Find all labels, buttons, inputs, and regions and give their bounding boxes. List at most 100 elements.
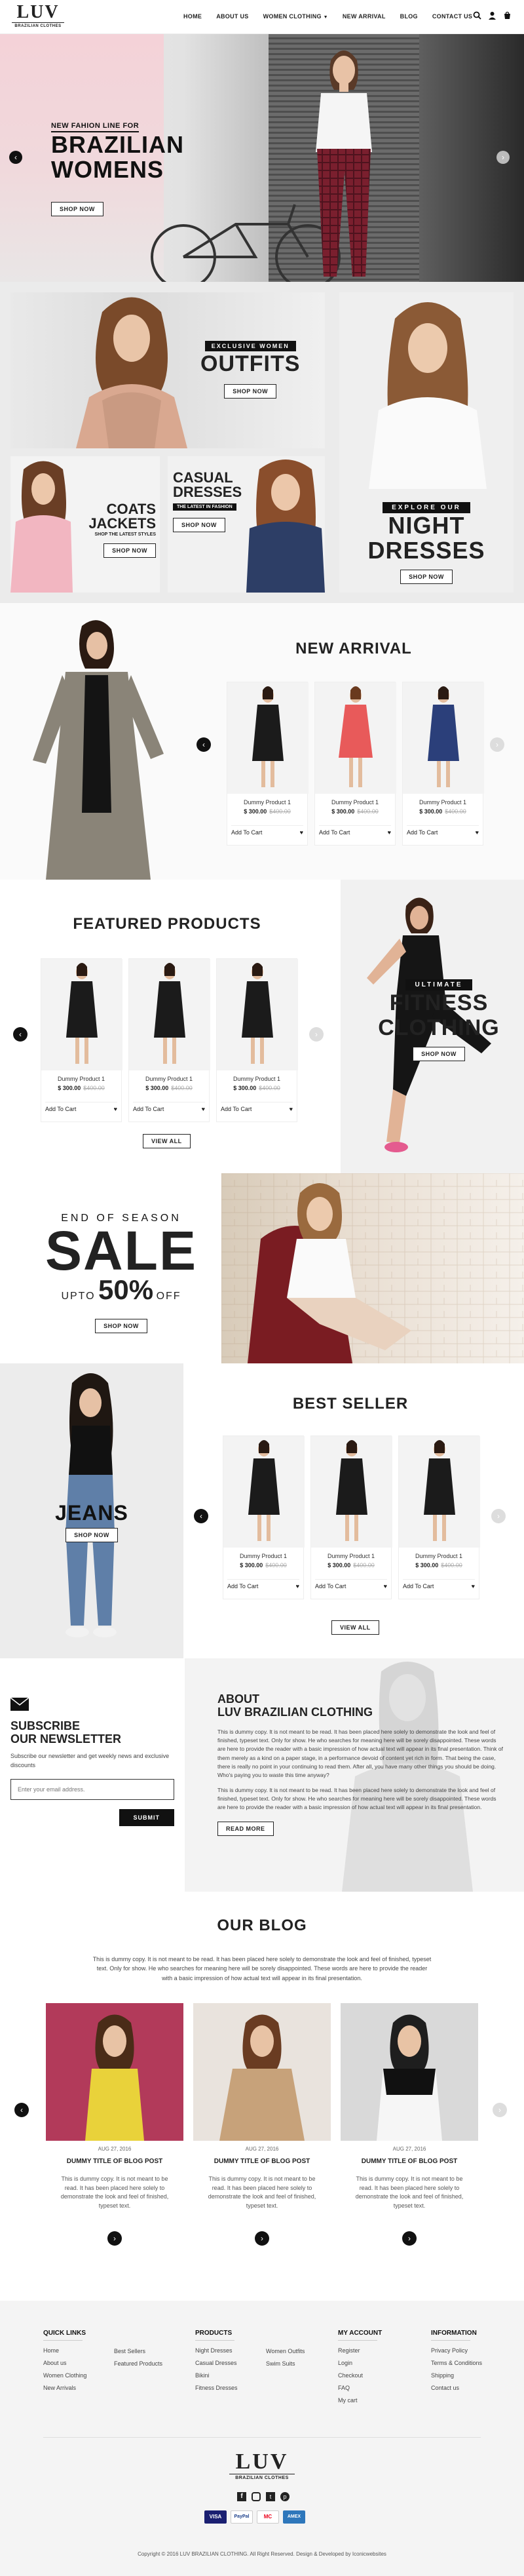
footer-link[interactable]: My cart — [338, 2397, 403, 2404]
promo-outfits-shop-button[interactable]: SHOP NOW — [224, 384, 277, 399]
product-name[interactable]: Dummy Product 1 — [403, 799, 483, 806]
heart-icon[interactable]: ♥ — [202, 1103, 205, 1116]
footer-link[interactable]: Night Dresses — [195, 2347, 261, 2354]
featured-card-1[interactable]: Dummy Product 1 $ 300.00 $400.00 Add To C… — [41, 958, 122, 1122]
pinterest-icon[interactable]: p — [280, 2492, 290, 2501]
product-image[interactable] — [399, 1436, 480, 1548]
blog-image[interactable] — [193, 2003, 331, 2141]
newsletter-submit-button[interactable]: SUBMIT — [119, 1809, 174, 1826]
product-name[interactable]: Dummy Product 1 — [217, 1076, 297, 1082]
sale-shop-button[interactable]: SHOP NOW — [95, 1319, 147, 1333]
footer-link[interactable]: Fitness Dresses — [195, 2385, 261, 2391]
product-name[interactable]: Dummy Product 1 — [227, 799, 307, 806]
product-image[interactable] — [41, 959, 122, 1070]
new-arrival-prev-arrow[interactable]: ‹ — [196, 737, 211, 752]
product-image[interactable] — [223, 1436, 305, 1548]
product-image[interactable] — [129, 959, 210, 1070]
heart-icon[interactable]: ♥ — [388, 826, 391, 839]
hero-shop-now-button[interactable]: SHOP NOW — [51, 202, 103, 216]
blog-image[interactable] — [46, 2003, 183, 2141]
heart-icon[interactable]: ♥ — [296, 1580, 299, 1593]
new-arrival-next-arrow[interactable]: › — [490, 737, 504, 752]
footer-link[interactable]: Women Outfits — [266, 2348, 331, 2354]
facebook-icon[interactable]: f — [237, 2492, 246, 2501]
promo-casual-shop-button[interactable]: SHOP NOW — [173, 518, 225, 532]
promo-fitness[interactable]: ULTIMATE FITNESS CLOTHING SHOP NOW — [341, 880, 524, 1173]
footer-link[interactable]: Shipping — [431, 2372, 510, 2379]
promo-casual[interactable]: CASUAL DRESSES THE LATEST IN FASHION SHO… — [168, 456, 325, 593]
promo-jeans[interactable]: JEANS SHOP NOW — [0, 1363, 183, 1658]
twitter-icon[interactable]: t — [266, 2492, 275, 2501]
footer-link[interactable]: Featured Products — [114, 2360, 179, 2367]
footer-link[interactable]: Terms & Conditions — [431, 2360, 510, 2366]
product-name[interactable]: Dummy Product 1 — [311, 1553, 391, 1559]
cart-icon[interactable] — [503, 11, 512, 20]
heart-icon[interactable]: ♥ — [114, 1103, 117, 1116]
hero-next-arrow[interactable]: › — [496, 151, 510, 164]
best-seller-next-arrow[interactable]: › — [491, 1509, 506, 1523]
nav-women-clothing[interactable]: WOMEN CLOTHING ▼ — [263, 13, 328, 20]
add-to-cart-link[interactable]: Add To Cart — [407, 829, 438, 836]
blog-title[interactable]: DUMMY TITLE OF BLOG POST — [46, 2158, 183, 2165]
footer-link[interactable]: New Arrivals — [43, 2385, 109, 2391]
product-image[interactable] — [311, 1436, 392, 1548]
footer-link[interactable]: Best Sellers — [114, 2348, 179, 2354]
product-image[interactable] — [227, 682, 309, 794]
blog-card-1[interactable]: AUG 27, 2016 DUMMY TITLE OF BLOG POST Th… — [46, 2003, 183, 2278]
footer-logo[interactable]: LUV BRAZILIAN CLOTHES — [229, 2450, 295, 2480]
promo-jeans-shop-button[interactable]: SHOP NOW — [66, 1528, 118, 1542]
nav-about-us[interactable]: ABOUT US — [216, 13, 248, 20]
nav-contact-us[interactable]: CONTACT US — [432, 13, 472, 20]
hero-prev-arrow[interactable]: ‹ — [9, 151, 22, 164]
instagram-icon[interactable] — [252, 2492, 261, 2501]
footer-link[interactable]: Home — [43, 2347, 109, 2354]
newsletter-email-input[interactable] — [10, 1779, 174, 1800]
product-name[interactable]: Dummy Product 1 — [399, 1553, 479, 1559]
promo-outfits[interactable]: EXCLUSIVE WOMEN OUTFITS SHOP NOW — [10, 292, 325, 448]
footer-link[interactable]: Casual Dresses — [195, 2360, 261, 2366]
promo-night-dresses[interactable]: EXPLORE OUR NIGHT DRESSES SHOP NOW — [339, 292, 514, 593]
add-to-cart-link[interactable]: Add To Cart — [133, 1106, 164, 1112]
best-seller-view-all-button[interactable]: VIEW ALL — [331, 1620, 379, 1635]
best-seller-card-3[interactable]: Dummy Product 1 $ 300.00 $400.00 Add To C… — [398, 1435, 480, 1599]
new-arrival-card-3[interactable]: Dummy Product 1 $ 300.00 $400.00 Add To C… — [402, 682, 484, 846]
heart-icon[interactable]: ♥ — [476, 826, 479, 839]
search-icon[interactable] — [473, 11, 481, 20]
footer-link[interactable]: Swim Suits — [266, 2360, 331, 2367]
footer-link[interactable]: Checkout — [338, 2372, 403, 2379]
heart-icon[interactable]: ♥ — [290, 1103, 293, 1116]
promo-coats-shop-button[interactable]: SHOP NOW — [103, 543, 156, 558]
best-seller-prev-arrow[interactable]: ‹ — [194, 1509, 208, 1523]
featured-prev-arrow[interactable]: ‹ — [13, 1027, 28, 1042]
promo-fitness-shop-button[interactable]: SHOP NOW — [413, 1047, 465, 1061]
product-image[interactable] — [217, 959, 298, 1070]
promo-night-shop-button[interactable]: SHOP NOW — [400, 570, 453, 584]
footer-link[interactable]: Privacy Policy — [431, 2347, 510, 2354]
add-to-cart-link[interactable]: Add To Cart — [319, 829, 350, 836]
footer-link[interactable]: About us — [43, 2360, 109, 2366]
product-name[interactable]: Dummy Product 1 — [223, 1553, 303, 1559]
nav-new-arrival[interactable]: NEW ARRIVAL — [343, 13, 386, 20]
add-to-cart-link[interactable]: Add To Cart — [403, 1583, 434, 1590]
product-image[interactable] — [403, 682, 484, 794]
footer-link[interactable]: Login — [338, 2360, 403, 2366]
featured-card-2[interactable]: Dummy Product 1 $ 300.00 $400.00 Add To C… — [128, 958, 210, 1122]
new-arrival-card-2[interactable]: Dummy Product 1 $ 300.00 $400.00 Add To C… — [314, 682, 396, 846]
product-name[interactable]: Dummy Product 1 — [41, 1076, 121, 1082]
add-to-cart-link[interactable]: Add To Cart — [221, 1106, 252, 1112]
add-to-cart-link[interactable]: Add To Cart — [45, 1106, 76, 1112]
blog-prev-arrow[interactable]: ‹ — [14, 2103, 29, 2117]
heart-icon[interactable]: ♥ — [472, 1580, 475, 1593]
footer-link[interactable]: Bikini — [195, 2372, 261, 2379]
new-arrival-card-1[interactable]: Dummy Product 1 $ 300.00 $400.00 Add To C… — [227, 682, 309, 846]
product-name[interactable]: Dummy Product 1 — [315, 799, 395, 806]
add-to-cart-link[interactable]: Add To Cart — [315, 1583, 346, 1590]
footer-link[interactable]: Women Clothing — [43, 2372, 109, 2379]
blog-read-arrow[interactable]: › — [255, 2231, 269, 2246]
blog-image[interactable] — [341, 2003, 478, 2141]
footer-link[interactable]: Register — [338, 2347, 403, 2354]
footer-link[interactable]: FAQ — [338, 2385, 403, 2391]
about-read-more-button[interactable]: READ MORE — [217, 1821, 274, 1836]
nav-blog[interactable]: BLOG — [400, 13, 418, 20]
nav-home[interactable]: HOME — [183, 13, 202, 20]
